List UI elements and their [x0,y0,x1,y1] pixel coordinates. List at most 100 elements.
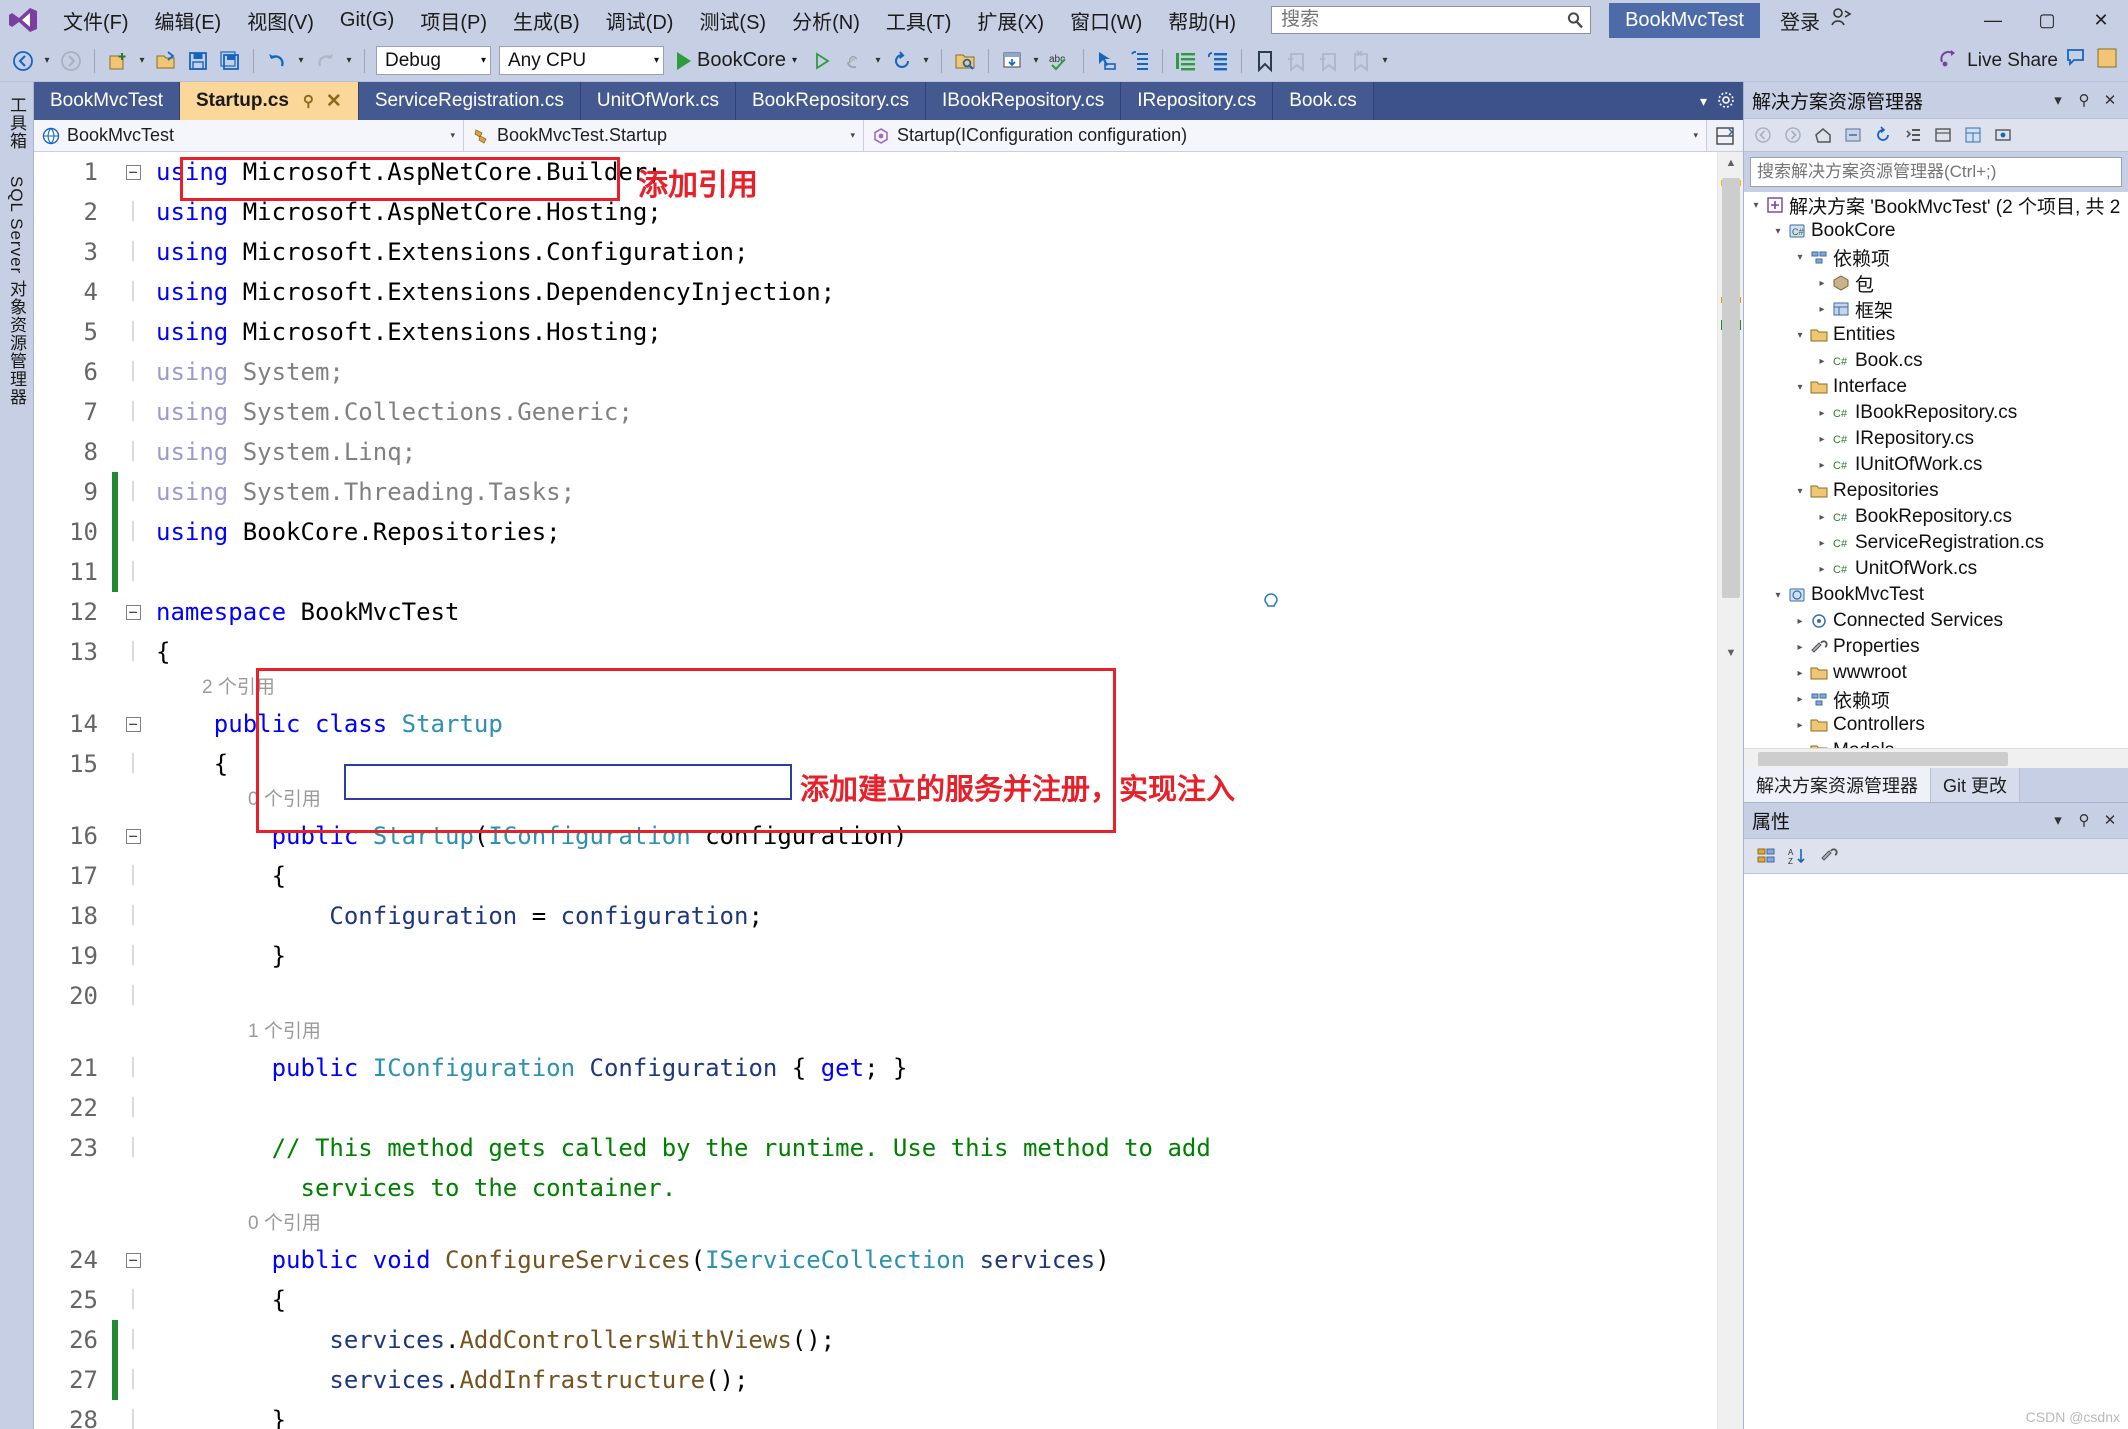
solution-configuration-combo[interactable]: Debug ▾ [376,46,491,75]
menu-item-project[interactable]: 项目(P) [407,3,500,38]
menu-item-analyze[interactable]: 分析(N) [779,3,873,38]
menu-item-test[interactable]: 测试(S) [686,3,779,38]
close-panel-icon[interactable]: ✕ [2100,811,2120,829]
start-without-debugging-icon[interactable] [807,46,837,76]
save-icon[interactable] [183,46,213,76]
spell-check-icon[interactable]: abc [1045,46,1075,76]
minimize-button[interactable]: — [1966,0,2020,40]
outlining-glyph[interactable]: │ [118,936,148,976]
toggle-bookmark-icon[interactable] [1250,46,1280,76]
expand-arrow-icon[interactable]: ▸ [1792,720,1808,731]
menu-item-view[interactable]: 视图(V) [234,3,327,38]
expand-arrow-icon[interactable]: ▸ [1814,408,1830,419]
solution-explorer-search[interactable] [1750,157,2122,187]
navigate-backward-icon[interactable] [8,46,38,76]
navigate-forward-icon[interactable] [56,46,86,76]
scroll-down-icon[interactable]: ▼ [1718,642,1744,664]
tree-row[interactable]: ▾ 依赖项 [1744,244,2128,270]
outlining-glyph[interactable]: │ [118,632,148,672]
tab-unitofwork-cs[interactable]: UnitOfWork.cs [580,82,736,120]
alphabetical-view-icon[interactable]: AZ [1784,843,1812,869]
code-line[interactable]: 10 │ using BookCore.Repositories; [34,512,1717,552]
solution-platform-combo[interactable]: Any CPU ▾ [499,46,664,75]
outlining-glyph[interactable]: − [118,816,148,856]
menu-item-help[interactable]: 帮助(H) [1155,3,1249,38]
expand-arrow-icon[interactable]: ▸ [1814,538,1830,549]
bottom-tab-solution-explorer[interactable]: 解决方案资源管理器 [1744,767,1931,802]
home-icon[interactable] [1809,122,1837,148]
outlining-glyph[interactable]: − [118,704,148,744]
outlining-glyph[interactable]: │ [118,744,148,784]
peek-definition-icon[interactable] [1124,46,1154,76]
tree-row[interactable]: ▸ 依赖项 [1744,686,2128,712]
tree-row[interactable]: ▸ C# UnitOfWork.cs [1744,556,2128,582]
code-line[interactable]: 27 │ services.AddInfrastructure(); [34,1360,1717,1400]
menu-item-debug[interactable]: 调试(D) [593,3,687,38]
sql-server-object-explorer-tab[interactable]: SQL Server 对象资源管理器 [4,176,29,406]
tree-row[interactable]: ▾ Repositories [1744,478,2128,504]
outlining-glyph[interactable]: │ [118,1320,148,1360]
menu-item-extensions[interactable]: 扩展(X) [964,3,1057,38]
scrollbar-thumb[interactable] [1758,751,2008,766]
tree-row-solution[interactable]: ▾ 解决方案 'BookMvcTest' (2 个项目, 共 2 [1744,192,2128,218]
feedback-icon[interactable] [2066,48,2088,74]
expand-arrow-icon[interactable]: ▸ [1814,278,1830,289]
tree-row[interactable]: ▸ C# IBookRepository.cs [1744,400,2128,426]
scrollbar-thumb[interactable] [1722,178,1740,598]
code-text-area[interactable]: 1− using Microsoft.AspNetCore.Builder; 2 │ u… [34,152,1717,1429]
code-line[interactable]: 13 │ { [34,632,1717,672]
tree-row[interactable]: ▸ 包 [1744,270,2128,296]
chevron-down-icon[interactable]: ▾ [792,55,797,66]
tab-serviceregistration-cs[interactable]: ServiceRegistration.cs [358,82,581,120]
save-all-icon[interactable] [215,46,245,76]
code-line[interactable]: 24− public void ConfigureServices(IServi… [34,1240,1717,1280]
expand-arrow-icon[interactable]: ▾ [1792,330,1808,341]
pin-panel-icon[interactable]: ⚲ [2074,811,2094,829]
restart-icon[interactable] [887,46,917,76]
tree-row[interactable]: ▸ C# Book.cs [1744,348,2128,374]
tree-row[interactable]: ▸ C# BookRepository.cs [1744,504,2128,530]
code-line[interactable]: 5 │ using Microsoft.Extensions.Hosting; [34,312,1717,352]
property-pages-icon[interactable] [1816,843,1844,869]
tab-settings-icon[interactable] [1717,91,1735,112]
global-search-box[interactable] [1271,6,1592,34]
outlining-glyph[interactable]: │ [118,1088,148,1128]
code-line[interactable]: 19 │ } [34,936,1717,976]
code-line[interactable]: 26 │ services.AddControllersWithViews(); [34,1320,1717,1360]
editor-vertical-scrollbar[interactable]: ▲ ▼ [1717,152,1743,1429]
tree-row[interactable]: ▸ C# IUnitOfWork.cs [1744,452,2128,478]
tab-startup-cs[interactable]: Startup.cs ⚲ ✕ [179,82,359,120]
menu-item-tools[interactable]: 工具(T) [873,3,965,38]
code-line[interactable]: 2 │ using Microsoft.AspNetCore.Hosting; [34,192,1717,232]
outlining-glyph[interactable]: │ [118,976,148,1016]
outlining-glyph[interactable]: │ [118,1360,148,1400]
hot-reload-dropdown-icon[interactable]: ▾ [871,55,885,66]
comment-block-icon[interactable] [1171,46,1201,76]
go-to-definition-icon[interactable] [1092,46,1122,76]
code-line[interactable]: 6 │ using System; [34,352,1717,392]
start-debug-button[interactable]: BookCore ▾ [669,49,805,72]
outlining-glyph[interactable]: │ [118,312,148,352]
toolbar-overflow-icon[interactable]: ▾ [1378,55,1392,66]
quick-actions-icon[interactable] [1262,590,1280,616]
refresh-icon[interactable] [1869,122,1897,148]
sign-in-area[interactable]: 登录 [1780,6,1852,35]
panel-dropdown-icon[interactable]: ▾ [2048,811,2068,829]
expand-arrow-icon[interactable]: ▸ [1792,642,1808,653]
close-tab-icon[interactable]: ✕ [326,90,342,113]
outlining-glyph[interactable]: │ [118,352,148,392]
solution-search-input[interactable] [1757,162,2115,182]
account-icon[interactable] [1830,7,1852,33]
code-line[interactable]: 7 │ using System.Collections.Generic; [34,392,1717,432]
code-reference-lens[interactable]: 0 个引用 [34,784,1717,816]
tree-row[interactable]: ▸ C# ServiceRegistration.cs [1744,530,2128,556]
expand-arrow-icon[interactable]: ▸ [1814,512,1830,523]
pin-panel-icon[interactable]: ⚲ [2074,91,2094,109]
outlining-glyph[interactable]: │ [118,1048,148,1088]
code-line[interactable]: 17 │ { [34,856,1717,896]
code-line[interactable]: 28 │ } [34,1400,1717,1429]
outlining-glyph[interactable]: │ [118,272,148,312]
outlining-glyph[interactable]: │ [118,232,148,272]
outlining-glyph[interactable]: │ [118,512,148,552]
hot-reload-icon[interactable] [839,46,869,76]
